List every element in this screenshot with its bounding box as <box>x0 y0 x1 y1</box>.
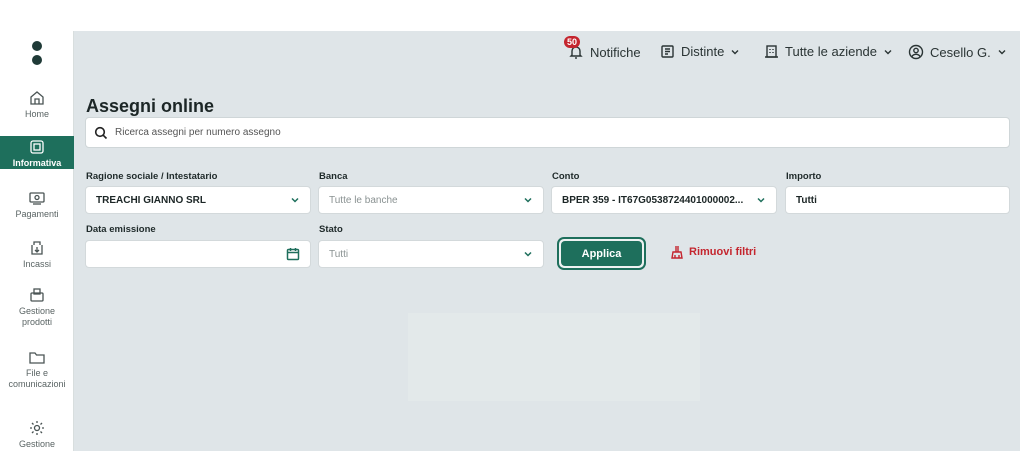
sidebar-item-gestione[interactable]: Gestione <box>0 419 74 450</box>
sidebar-item-gestione-prodotti[interactable]: Gestione prodotti <box>0 286 74 328</box>
conto-label: Conto <box>552 171 580 182</box>
sidebar-item-label: Home <box>24 109 49 119</box>
notifications-badge: 50 <box>564 36 581 48</box>
ragione-sociale-label: Ragione sociale / Intestatario <box>86 171 218 182</box>
page-title: Assegni online <box>86 96 215 116</box>
sidebar-item-label: File e comunicazioni <box>8 368 66 389</box>
list-document-icon <box>661 45 674 58</box>
chevron-down-icon <box>998 50 1006 55</box>
search-input[interactable] <box>115 127 995 138</box>
logo <box>31 41 43 69</box>
importo-field[interactable]: Tutti <box>785 186 1010 214</box>
building-icon <box>765 45 778 58</box>
collections-icon <box>31 241 43 255</box>
remove-filters-label: Rimuovi filtri <box>689 246 757 258</box>
banca-label: Banca <box>319 171 348 182</box>
settings-icon <box>30 421 44 435</box>
chevron-down-icon <box>757 197 765 203</box>
importo-label: Importo <box>786 171 822 182</box>
chevron-down-icon <box>524 197 532 203</box>
chevron-down-icon <box>524 251 532 257</box>
distinte-label: Distinte <box>681 44 725 59</box>
notifications-button[interactable]: 50 Notifiche <box>564 36 641 60</box>
user-name: Cesello G. <box>930 44 991 60</box>
loading-placeholder <box>408 313 700 401</box>
user-icon <box>908 44 924 60</box>
folder-icon <box>29 352 45 364</box>
chevron-down-icon <box>291 197 299 203</box>
data-emissione-label: Data emissione <box>86 224 156 235</box>
stato-value: Tutti <box>329 248 349 260</box>
companies-label: Tutte le aziende <box>785 44 878 59</box>
stato-select[interactable]: Tutti <box>318 240 544 268</box>
sidebar-item-pagamenti[interactable]: Pagamenti <box>0 189 74 220</box>
sidebar-item-incassi[interactable]: Incassi <box>0 239 74 270</box>
topbar: 50 Notifiche Distinte Tutte le aziende C… <box>74 31 1020 75</box>
ragione-sociale-select[interactable]: TREACHI GIANNO SRL <box>85 186 311 214</box>
home-icon <box>30 91 44 105</box>
broom-icon <box>671 246 683 259</box>
companies-menu[interactable]: Tutte le aziende <box>764 44 893 59</box>
products-icon <box>30 288 44 302</box>
user-menu[interactable]: Cesello G. <box>908 44 1007 60</box>
sidebar-item-label: Incassi <box>22 259 51 269</box>
notifications-label: Notifiche <box>590 44 641 60</box>
calendar-icon[interactable] <box>286 247 300 261</box>
payments-icon <box>29 192 45 205</box>
search-icon <box>94 126 108 139</box>
sidebar-item-label: Pagamenti <box>15 209 59 219</box>
apply-button-focus-ring: Applica <box>557 237 646 270</box>
banca-select[interactable]: Tutte le banche <box>318 186 544 214</box>
chevron-down-icon <box>731 49 739 54</box>
sidebar-item-informativa[interactable]: Informativa <box>0 136 74 169</box>
stato-label: Stato <box>319 224 343 235</box>
chevron-down-icon <box>884 49 892 54</box>
search-bar[interactable] <box>85 117 1010 148</box>
conto-value: BPER 359 - IT67G0538724401000002... <box>562 194 744 206</box>
sidebar: Home Informativa Pagamenti Incassi Gesti… <box>0 31 74 451</box>
banca-value: Tutte le banche <box>329 194 398 206</box>
sidebar-item-label: Gestione prodotti <box>18 306 56 327</box>
sidebar-item-home[interactable]: Home <box>0 89 74 120</box>
ragione-sociale-value: TREACHI GIANNO SRL <box>96 194 206 206</box>
sidebar-item-file-comunicazioni[interactable]: File e comunicazioni <box>0 348 74 390</box>
importo-value: Tutti <box>796 194 817 206</box>
conto-select[interactable]: BPER 359 - IT67G0538724401000002... <box>551 186 777 214</box>
distinte-menu[interactable]: Distinte <box>660 44 740 59</box>
sidebar-item-label: Informativa <box>12 158 62 168</box>
apply-button[interactable]: Applica <box>561 241 642 266</box>
data-emissione-field[interactable] <box>85 240 311 268</box>
sidebar-item-label: Gestione <box>18 439 56 449</box>
info-card-icon <box>30 140 44 154</box>
remove-filters-button[interactable]: Rimuovi filtri <box>671 245 756 259</box>
